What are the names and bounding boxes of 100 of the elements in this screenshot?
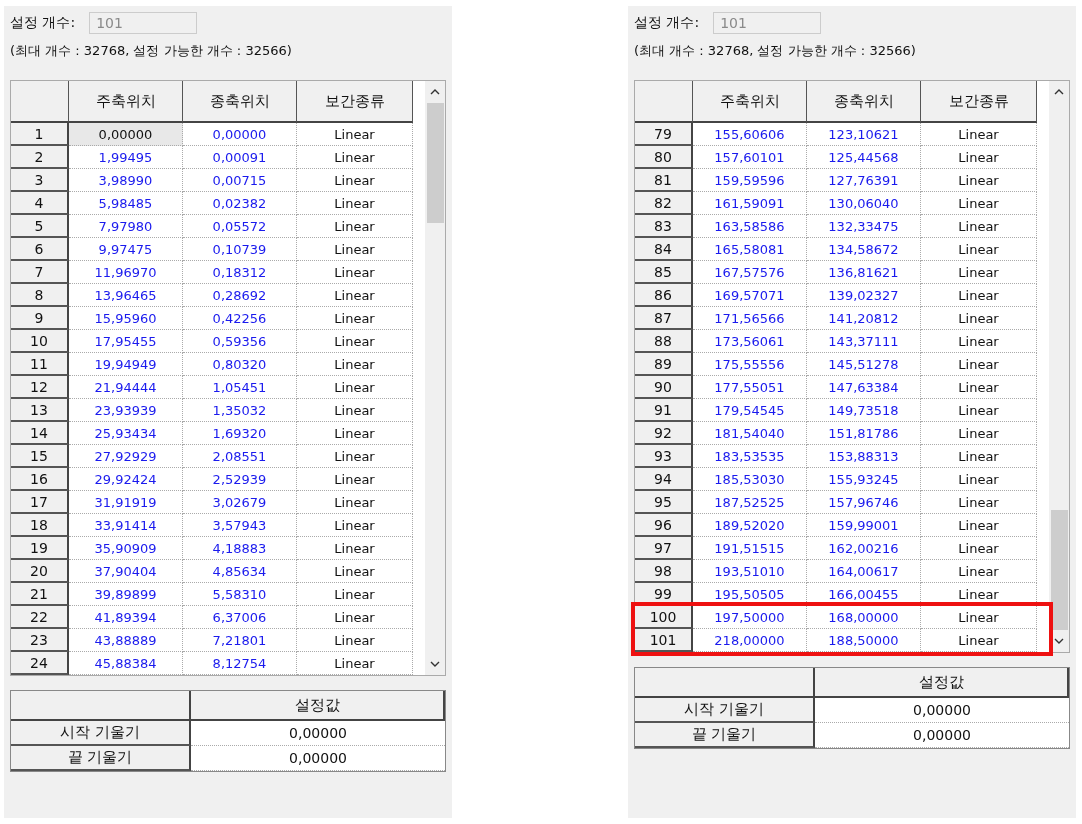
- table-cell[interactable]: 33,91414: [69, 514, 183, 537]
- table-cell[interactable]: Linear: [921, 514, 1037, 537]
- table-cell[interactable]: 147,63384: [807, 376, 921, 399]
- table-cell[interactable]: Linear: [297, 376, 413, 399]
- table-cell[interactable]: 145,51278: [807, 353, 921, 376]
- table-cell[interactable]: 13,96465: [69, 284, 183, 307]
- table-cell[interactable]: 132,33475: [807, 215, 921, 238]
- table-cell[interactable]: 0,00000: [69, 123, 183, 146]
- table-cell[interactable]: 149,73518: [807, 399, 921, 422]
- table-cell[interactable]: Linear: [921, 261, 1037, 284]
- table-cell[interactable]: Linear: [921, 445, 1037, 468]
- table-cell[interactable]: 4,85634: [183, 560, 297, 583]
- table-cell[interactable]: 1,05451: [183, 376, 297, 399]
- table-cell[interactable]: Linear: [297, 491, 413, 514]
- table-cell[interactable]: Linear: [297, 652, 413, 675]
- table-cell[interactable]: 8,12754: [183, 652, 297, 675]
- table-cell[interactable]: 0,28692: [183, 284, 297, 307]
- scroll-up-icon[interactable]: [1054, 89, 1064, 95]
- table-cell[interactable]: 0,00000: [191, 721, 445, 746]
- table-cell[interactable]: 164,00617: [807, 560, 921, 583]
- table-cell[interactable]: 39,89899: [69, 583, 183, 606]
- table-cell[interactable]: Linear: [297, 583, 413, 606]
- table-cell[interactable]: 43,88889: [69, 629, 183, 652]
- table-cell[interactable]: 166,00455: [807, 583, 921, 606]
- table-cell[interactable]: 19,94949: [69, 353, 183, 376]
- table-cell[interactable]: 171,56566: [693, 307, 807, 330]
- table-cell[interactable]: Linear: [921, 537, 1037, 560]
- table-cell[interactable]: Linear: [921, 123, 1037, 146]
- table-cell[interactable]: Linear: [921, 146, 1037, 169]
- table-cell[interactable]: 37,90404: [69, 560, 183, 583]
- table-cell[interactable]: 127,76391: [807, 169, 921, 192]
- table-cell[interactable]: 183,53535: [693, 445, 807, 468]
- table-cell[interactable]: 163,58586: [693, 215, 807, 238]
- table-cell[interactable]: Linear: [297, 399, 413, 422]
- table-cell[interactable]: 15,95960: [69, 307, 183, 330]
- table-cell[interactable]: 0,05572: [183, 215, 297, 238]
- table-cell[interactable]: 157,60101: [693, 146, 807, 169]
- table-cell[interactable]: 3,98990: [69, 169, 183, 192]
- table-cell[interactable]: 0,02382: [183, 192, 297, 215]
- table-cell[interactable]: 197,50000: [693, 606, 807, 629]
- table-cell[interactable]: 188,50000: [807, 629, 921, 652]
- table-cell[interactable]: 181,54040: [693, 422, 807, 445]
- table-cell[interactable]: 1,35032: [183, 399, 297, 422]
- table-cell[interactable]: Linear: [921, 353, 1037, 376]
- table-cell[interactable]: 4,18883: [183, 537, 297, 560]
- table-cell[interactable]: 27,92929: [69, 445, 183, 468]
- table-cell[interactable]: Linear: [297, 261, 413, 284]
- table-cell[interactable]: Linear: [297, 468, 413, 491]
- scroll-thumb[interactable]: [426, 103, 444, 223]
- table-cell[interactable]: Linear: [921, 491, 1037, 514]
- table-cell[interactable]: 167,57576: [693, 261, 807, 284]
- table-cell[interactable]: Linear: [921, 422, 1037, 445]
- table-cell[interactable]: 151,81786: [807, 422, 921, 445]
- table-cell[interactable]: 41,89394: [69, 606, 183, 629]
- table-cell[interactable]: Linear: [921, 284, 1037, 307]
- table-cell[interactable]: 0,10739: [183, 238, 297, 261]
- table-cell[interactable]: 0,00715: [183, 169, 297, 192]
- scroll-thumb[interactable]: [1050, 510, 1068, 630]
- table-cell[interactable]: 21,94444: [69, 376, 183, 399]
- table-cell[interactable]: 195,50505: [693, 583, 807, 606]
- table-cell[interactable]: 29,92424: [69, 468, 183, 491]
- table-cell[interactable]: Linear: [297, 629, 413, 652]
- table-cell[interactable]: 0,00000: [191, 746, 445, 771]
- table-cell[interactable]: 159,59596: [693, 169, 807, 192]
- table-cell[interactable]: 123,10621: [807, 123, 921, 146]
- table-cell[interactable]: 2,08551: [183, 445, 297, 468]
- table-cell[interactable]: 0,59356: [183, 330, 297, 353]
- table-cell[interactable]: Linear: [297, 238, 413, 261]
- table-cell[interactable]: 1,69320: [183, 422, 297, 445]
- table-cell[interactable]: Linear: [921, 330, 1037, 353]
- table-cell[interactable]: 7,97980: [69, 215, 183, 238]
- table-cell[interactable]: 179,54545: [693, 399, 807, 422]
- table-cell[interactable]: 155,93245: [807, 468, 921, 491]
- table-cell[interactable]: 191,51515: [693, 537, 807, 560]
- table-cell[interactable]: 45,88384: [69, 652, 183, 675]
- table-cell[interactable]: 130,06040: [807, 192, 921, 215]
- table-cell[interactable]: Linear: [921, 169, 1037, 192]
- table-cell[interactable]: 141,20812: [807, 307, 921, 330]
- table-cell[interactable]: Linear: [921, 307, 1037, 330]
- table-cell[interactable]: 17,95455: [69, 330, 183, 353]
- table-cell[interactable]: 193,51010: [693, 560, 807, 583]
- table-cell[interactable]: 185,53030: [693, 468, 807, 491]
- table-cell[interactable]: Linear: [921, 192, 1037, 215]
- table-cell[interactable]: 0,00000: [815, 698, 1069, 723]
- table-cell[interactable]: 0,42256: [183, 307, 297, 330]
- table-cell[interactable]: Linear: [921, 376, 1037, 399]
- table-cell[interactable]: Linear: [921, 629, 1037, 652]
- table-cell[interactable]: Linear: [297, 514, 413, 537]
- table-cell[interactable]: Linear: [297, 422, 413, 445]
- table-cell[interactable]: 1,99495: [69, 146, 183, 169]
- table-cell[interactable]: 187,52525: [693, 491, 807, 514]
- table-cell[interactable]: 0,00000: [815, 723, 1069, 748]
- table-cell[interactable]: Linear: [297, 537, 413, 560]
- table-cell[interactable]: 0,00091: [183, 146, 297, 169]
- table-cell[interactable]: 143,37111: [807, 330, 921, 353]
- table-cell[interactable]: 161,59091: [693, 192, 807, 215]
- table-cell[interactable]: Linear: [297, 330, 413, 353]
- table-cell[interactable]: 155,60606: [693, 123, 807, 146]
- table-cell[interactable]: Linear: [297, 353, 413, 376]
- table-cell[interactable]: 6,37006: [183, 606, 297, 629]
